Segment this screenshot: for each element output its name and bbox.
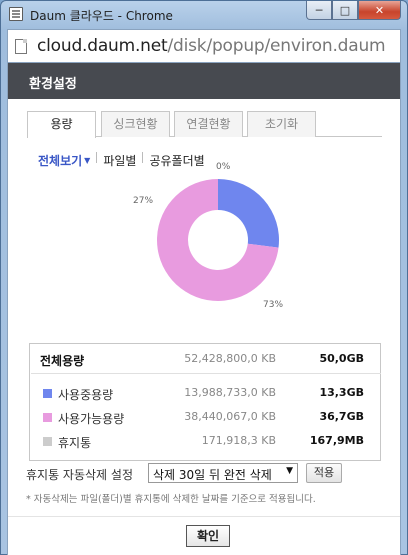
address-bar[interactable]: cloud.daum.net/disk/popup/environ.daum	[7, 29, 401, 63]
autodelete-select[interactable]: 삭제 30일 뒤 완전 삭제 ▼	[148, 463, 298, 483]
used-label: 사용중용량	[58, 388, 114, 402]
available-percent-label: 73%	[263, 300, 284, 310]
trash-label: 휴지통	[58, 436, 92, 450]
page-icon	[15, 39, 27, 54]
page-app-icon	[9, 7, 23, 21]
minimize-button[interactable]: ─	[306, 1, 332, 20]
chevron-down-icon: ▼	[286, 466, 293, 476]
url-text[interactable]: cloud.daum.net/disk/popup/environ.daum	[37, 36, 386, 56]
trash-autodelete-setting: 휴지통 자동삭제 설정 삭제 30일 뒤 완전 삭제 ▼ 적용	[26, 463, 386, 487]
autodelete-label: 휴지통 자동삭제 설정	[26, 468, 133, 482]
used-raw: 13,988,733,0 KB	[184, 386, 276, 399]
donut-slice-used	[218, 179, 279, 248]
browser-window: Daum 클라우드 - Chrome ─ □ ✕ cloud.daum.net/…	[0, 0, 408, 555]
view-all-link[interactable]: 전체보기 ▼	[38, 152, 90, 169]
confirm-button[interactable]: 확인	[186, 525, 230, 547]
maximize-button[interactable]: □	[332, 1, 358, 20]
url-path: /disk/popup/environ.daum	[167, 36, 386, 56]
total-gb: 50,0GB	[319, 352, 364, 365]
view-all-label: 전체보기	[38, 154, 83, 168]
used-swatch	[43, 389, 52, 398]
trash-percent-label: 0%	[216, 162, 231, 172]
url-host: cloud.daum.net	[37, 36, 168, 56]
available-label: 사용가능용량	[58, 412, 125, 426]
page-title: 환경설정	[8, 63, 400, 99]
total-label: 전체용량	[40, 354, 85, 368]
autodelete-note: * 자동삭제는 파일(폴더)별 휴지통에 삭제한 날짜를 기준으로 적용됩니다.	[26, 494, 316, 505]
popup-content: 환경설정 용량 싱크현황 연결현황 초기화 전체보기 ▼ 파일별 공유폴더별 0%…	[7, 63, 401, 555]
tab-capacity[interactable]: 용량	[27, 111, 96, 138]
trash-capacity-row: 휴지통 171,918,3 KB 167,9MB	[30, 431, 380, 451]
tab-sync-status[interactable]: 싱크현황	[101, 111, 170, 137]
divider	[31, 373, 381, 374]
divider	[96, 152, 98, 163]
total-capacity-row: 전체용량 52,428,800,0 KB 50,0GB	[30, 349, 380, 369]
autodelete-selected-value: 삭제 30일 뒤 완전 삭제	[153, 468, 272, 482]
available-swatch	[43, 413, 52, 422]
available-raw: 38,440,067,0 KB	[184, 410, 276, 423]
window-controls: ─ □ ✕	[306, 1, 401, 21]
total-raw: 52,428,800,0 KB	[184, 352, 276, 365]
trash-raw: 171,918,3 KB	[201, 434, 276, 447]
divider	[8, 516, 400, 517]
tab-reset[interactable]: 초기화	[247, 111, 316, 137]
window-title: Daum 클라우드 - Chrome	[30, 9, 173, 23]
used-percent-label: 27%	[133, 196, 154, 206]
apply-button[interactable]: 적용	[306, 463, 342, 483]
close-button[interactable]: ✕	[358, 1, 401, 20]
available-gb: 36,7GB	[319, 410, 364, 423]
trash-swatch	[43, 437, 52, 446]
divider	[142, 152, 144, 163]
available-capacity-row: 사용가능용량 38,440,067,0 KB 36,7GB	[30, 407, 380, 427]
donut-svg	[157, 179, 279, 301]
used-gb: 13,3GB	[319, 386, 364, 399]
tab-bar: 용량 싱크현황 연결현황 초기화	[27, 111, 382, 138]
usage-summary-box: 전체용량 52,428,800,0 KB 50,0GB 사용중용량 13,988…	[29, 343, 381, 461]
trash-gb: 167,9MB	[309, 434, 364, 447]
title-bar[interactable]: Daum 클라우드 - Chrome ─ □ ✕	[1, 1, 407, 29]
usage-donut-chart: 0% 27% 73%	[108, 162, 318, 316]
used-capacity-row: 사용중용량 13,988,733,0 KB 13,3GB	[30, 383, 380, 403]
chevron-down-icon: ▼	[84, 156, 91, 165]
tab-connection-status[interactable]: 연결현황	[174, 111, 243, 137]
